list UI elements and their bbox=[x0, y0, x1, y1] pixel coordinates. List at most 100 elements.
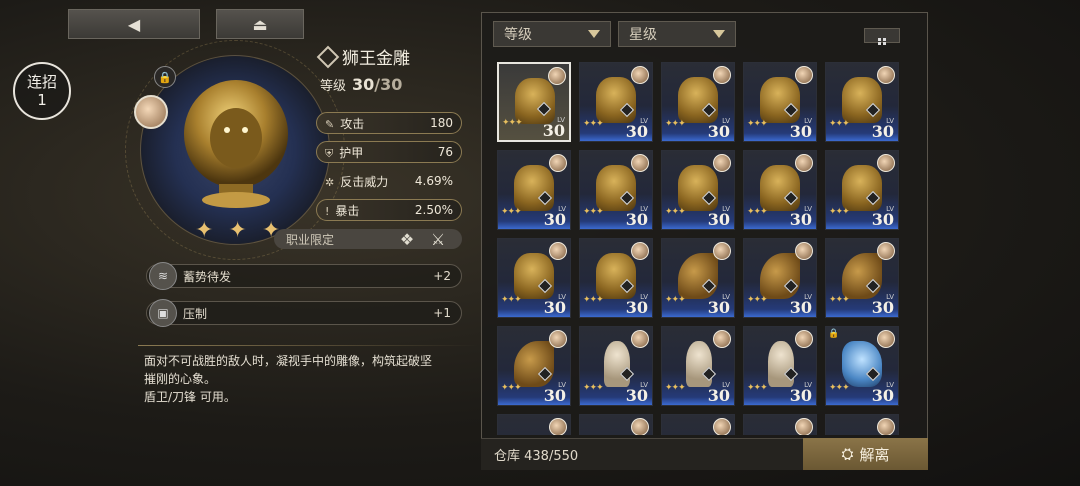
item-level: 30 bbox=[543, 298, 566, 317]
inventory-item[interactable] bbox=[743, 414, 817, 435]
star-icon: ✦✦✦ bbox=[501, 207, 522, 217]
item-description: 面对不可战胜的敌人时，凝视手中的雕像，构筑起破坚 摧刚的心象。 盾卫/刀锋 可用… bbox=[144, 352, 464, 406]
inventory-item[interactable]: ✦✦✦ LV 30 bbox=[743, 150, 817, 230]
inventory-item[interactable] bbox=[661, 414, 735, 435]
inventory-item[interactable]: ✦✦✦ LV 30 bbox=[497, 238, 571, 318]
star-icon: ✦✦✦ bbox=[665, 295, 686, 305]
inventory-item[interactable]: ✦✦✦ LV 30 bbox=[661, 326, 735, 406]
star-icon: ✦✦✦ bbox=[747, 295, 768, 305]
item-level: 30 bbox=[625, 122, 648, 141]
skill-row[interactable]: ▣ 压制 +1 bbox=[146, 299, 462, 327]
item-level: 30 bbox=[871, 298, 894, 317]
inventory-item[interactable] bbox=[825, 414, 899, 435]
star-icon: ✦✦✦ bbox=[501, 383, 522, 393]
back-arrow-icon: ◀ bbox=[127, 14, 141, 34]
inventory-item[interactable]: ✦✦✦ LV 30 bbox=[743, 238, 817, 318]
back-button[interactable]: ◀ bbox=[68, 9, 200, 39]
shield-icon: ⛨ bbox=[325, 146, 334, 160]
diamond-icon bbox=[316, 45, 340, 68]
star-icon: ✦✦✦ bbox=[829, 295, 850, 305]
combo-label: 连招 bbox=[26, 73, 57, 91]
inventory-item[interactable]: ✦✦✦ LV 30 bbox=[579, 326, 653, 406]
owner-avatar[interactable] bbox=[134, 95, 168, 129]
stat-value: 76 bbox=[437, 145, 453, 159]
star-icon: ✦✦✦ bbox=[501, 295, 522, 305]
inventory-item[interactable]: ✦✦✦ LV 30 bbox=[661, 62, 735, 142]
skill-row[interactable]: ≋ 蓄势待发 +2 bbox=[146, 262, 462, 290]
item-level: 30 bbox=[543, 386, 566, 405]
home-button[interactable]: ⏏ bbox=[216, 9, 304, 39]
description-line: 摧刚的心象。 bbox=[144, 372, 217, 386]
inventory-item[interactable]: ✦✦✦ LV 30 bbox=[825, 62, 899, 142]
owner-avatar bbox=[548, 67, 566, 85]
level-label: 等级 bbox=[320, 79, 347, 94]
filter-label: 星级 bbox=[629, 27, 657, 43]
star-filter-dropdown[interactable]: 星级 bbox=[618, 21, 736, 47]
item-level: 30 bbox=[871, 122, 894, 141]
inventory-item[interactable]: 🔒 ✦✦✦ LV 30 bbox=[825, 326, 899, 406]
owner-avatar bbox=[877, 154, 895, 172]
owner-avatar bbox=[549, 418, 567, 435]
star-icon: ✦✦✦ bbox=[747, 119, 768, 129]
level-filter-dropdown[interactable]: 等级 bbox=[493, 21, 611, 47]
lock-icon[interactable]: 🔒 bbox=[154, 66, 176, 88]
inventory-item[interactable]: ✦✦✦ LV 30 bbox=[661, 150, 735, 230]
statue-icon bbox=[678, 253, 718, 299]
skill-name: 压制 bbox=[183, 306, 208, 321]
stat-crit: ! 暴击 2.50% bbox=[316, 199, 462, 221]
inventory-item[interactable] bbox=[579, 414, 653, 435]
statue-icon bbox=[760, 77, 800, 123]
item-level: 30 bbox=[707, 210, 730, 229]
inventory-item[interactable]: ✦✦✦ LV 30 bbox=[497, 150, 571, 230]
item-level: 30 bbox=[871, 210, 894, 229]
inventory-item[interactable]: ✦✦✦ LV 30 bbox=[743, 62, 817, 142]
suppress-skill-icon: ▣ bbox=[149, 299, 177, 327]
item-stars: ✦ ✦ ✦ bbox=[195, 218, 285, 243]
dismantle-button[interactable]: ⛭ 解离 bbox=[803, 438, 928, 470]
inventory-item[interactable]: ✦✦✦ LV 30 bbox=[825, 238, 899, 318]
item-level: 30 bbox=[625, 386, 648, 405]
combo-badge[interactable]: 连招 1 bbox=[13, 62, 71, 120]
inventory-item[interactable]: ✦✦✦ LV 30 bbox=[661, 238, 735, 318]
owner-avatar bbox=[877, 330, 895, 348]
grid-view-button[interactable] bbox=[864, 28, 900, 43]
item-level: 30 bbox=[707, 298, 730, 317]
inventory-item[interactable]: ✦✦✦ LV 30 bbox=[497, 326, 571, 406]
blade-class-icon[interactable]: ⚔ bbox=[427, 229, 449, 251]
inventory-item[interactable] bbox=[497, 414, 571, 435]
inventory-item[interactable]: ✦✦✦ LV 30 bbox=[579, 238, 653, 318]
inventory-item[interactable]: ✦✦✦ LV 30 bbox=[579, 150, 653, 230]
dismantle-label: 解离 bbox=[859, 445, 890, 464]
item-level: 30 bbox=[789, 298, 812, 317]
owner-avatar bbox=[549, 154, 567, 172]
item-level: 30 bbox=[625, 210, 648, 229]
item-name: 狮王金雕 bbox=[342, 49, 410, 69]
item-level: 30 bbox=[789, 210, 812, 229]
home-icon: ⏏ bbox=[252, 14, 268, 34]
owner-avatar bbox=[795, 154, 813, 172]
owner-avatar bbox=[713, 154, 731, 172]
stat-value: 180 bbox=[430, 116, 453, 130]
item-title: 狮王金雕 bbox=[316, 44, 410, 69]
filter-label: 等级 bbox=[504, 27, 532, 43]
guardian-class-icon[interactable]: ❖ bbox=[396, 229, 418, 251]
inventory-item[interactable]: ✦✦✦ LV 30 bbox=[743, 326, 817, 406]
level-value: 30 bbox=[352, 75, 375, 94]
owner-avatar bbox=[549, 330, 567, 348]
item-level: 30 bbox=[542, 121, 565, 140]
crit-icon: ! bbox=[325, 204, 330, 218]
star-icon: ✦✦✦ bbox=[665, 119, 686, 129]
skill-name: 蓄势待发 bbox=[183, 269, 232, 284]
star-icon: ✦✦✦ bbox=[583, 295, 604, 305]
inventory-item[interactable]: ✦✦✦ LV 30 bbox=[579, 62, 653, 142]
inventory-item[interactable]: ✦✦✦ LV 30 bbox=[497, 62, 571, 142]
stat-value: 4.69% bbox=[414, 174, 453, 188]
description-line: 面对不可战胜的敌人时，凝视手中的雕像，构筑起破坚 bbox=[144, 354, 433, 368]
item-level: 等级 30/30 bbox=[320, 75, 402, 94]
star-icon: ✦✦✦ bbox=[747, 207, 768, 217]
owner-avatar bbox=[631, 330, 649, 348]
inventory-item[interactable]: ✦✦✦ LV 30 bbox=[825, 150, 899, 230]
owner-avatar bbox=[713, 66, 731, 84]
item-level: 30 bbox=[789, 386, 812, 405]
statue-icon bbox=[760, 165, 800, 211]
